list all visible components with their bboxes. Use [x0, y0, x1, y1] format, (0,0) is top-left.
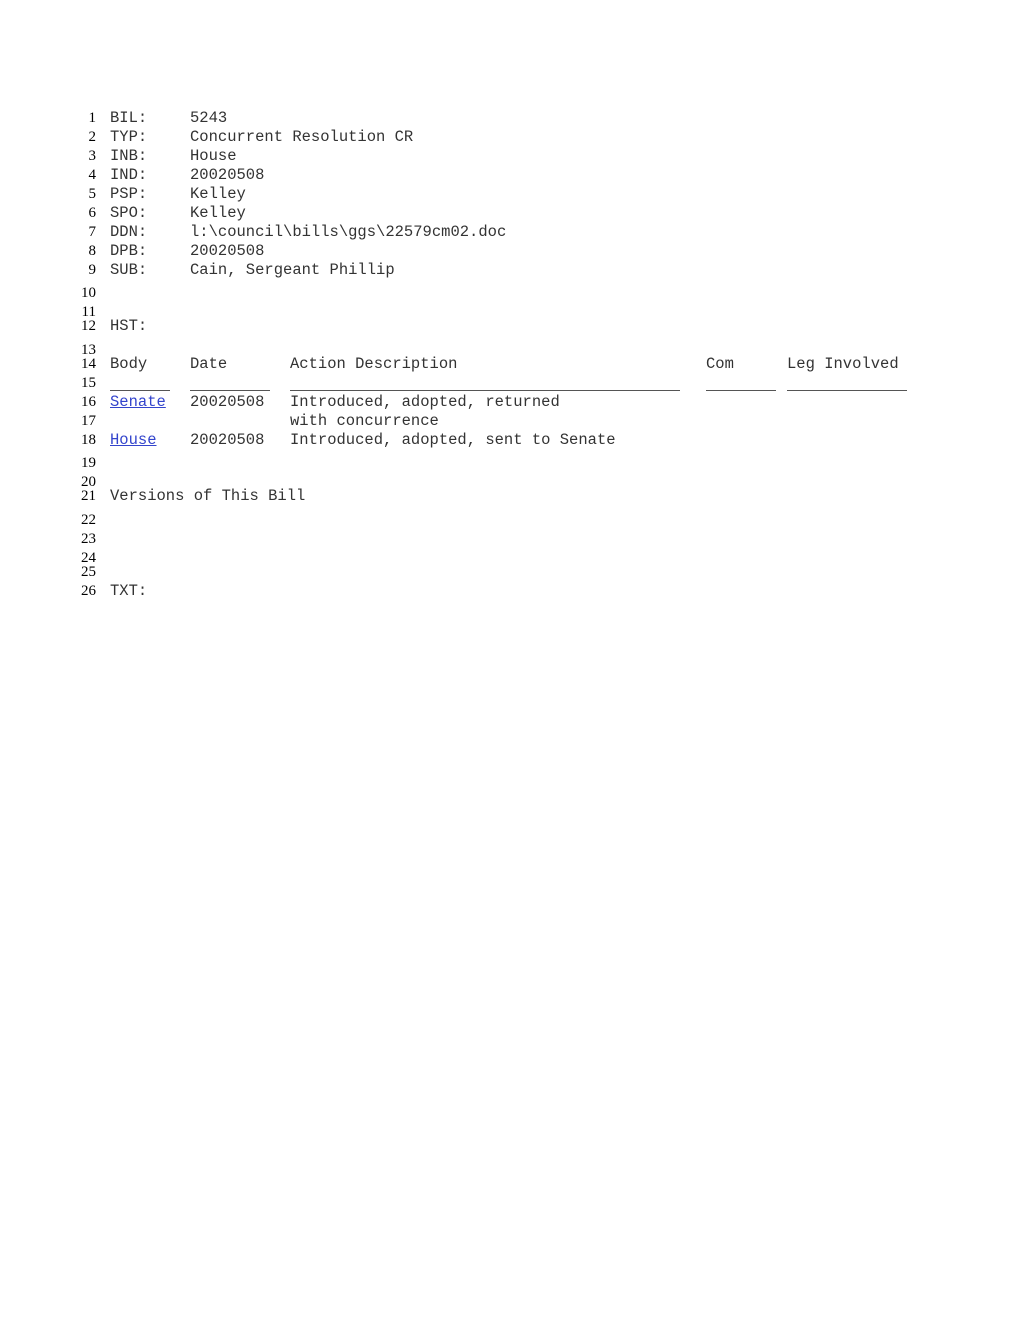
line-number: 22 — [81, 512, 96, 528]
line-number: 6 — [88, 205, 97, 221]
column-header-action: Action Description — [290, 355, 458, 373]
row-action: Introduced, adopted, returned — [290, 393, 560, 411]
column-divider — [190, 390, 270, 391]
field-key-sub: SUB: — [110, 261, 148, 279]
field-value-ddn: l:\council\bills\ggs\22579cm02.doc — [190, 223, 507, 241]
field-value-psp: Kelley — [190, 185, 246, 203]
row-action: Introduced, adopted, sent to Senate — [290, 431, 616, 449]
column-divider — [110, 390, 170, 391]
field-key-typ: TYP: — [110, 128, 148, 146]
column-divider — [290, 390, 680, 391]
text-label: TXT: — [110, 582, 148, 600]
column-divider — [787, 390, 907, 391]
line-number: 21 — [81, 488, 96, 504]
row-date: 20020508 — [190, 393, 265, 411]
row-date: 20020508 — [190, 431, 265, 449]
line-number: 3 — [88, 148, 97, 164]
line-number: 25 — [81, 564, 96, 580]
field-value-ind: 20020508 — [190, 166, 265, 184]
line-number: 9 — [88, 262, 97, 278]
line-number: 17 — [81, 413, 96, 429]
field-key-bil: BIL: — [110, 109, 148, 127]
field-value-spo: Kelley — [190, 204, 246, 222]
column-header-body: Body — [110, 355, 148, 373]
field-value-typ: Concurrent Resolution CR — [190, 128, 414, 146]
line-number: 26 — [81, 583, 96, 599]
row-action-continued: with concurrence — [290, 412, 439, 430]
line-number: 5 — [88, 186, 97, 202]
field-key-ddn: DDN: — [110, 223, 148, 241]
field-key-ind: IND: — [110, 166, 148, 184]
line-number: 12 — [81, 318, 96, 334]
line-number: 7 — [88, 224, 97, 240]
field-value-inb: House — [190, 147, 237, 165]
field-key-dpb: DPB: — [110, 242, 148, 260]
versions-heading: Versions of This Bill — [110, 487, 306, 505]
line-number: 14 — [81, 356, 96, 372]
field-value-sub: Cain, Sergeant Phillip — [190, 261, 395, 279]
column-header-leg-involved: Leg Involved — [787, 355, 899, 373]
line-number: 10 — [81, 285, 96, 301]
line-number: 16 — [81, 394, 96, 410]
line-number: 2 — [88, 129, 97, 145]
field-key-spo: SPO: — [110, 204, 148, 222]
column-divider — [706, 390, 776, 391]
line-number: 15 — [81, 375, 96, 391]
line-number: 8 — [88, 243, 97, 259]
line-number: 1 — [88, 110, 97, 126]
history-label: HST: — [110, 317, 148, 335]
column-header-com: Com — [706, 355, 734, 373]
line-number: 18 — [81, 432, 96, 448]
field-value-dpb: 20020508 — [190, 242, 265, 260]
field-key-psp: PSP: — [110, 185, 148, 203]
line-number: 4 — [88, 167, 97, 183]
field-key-inb: INB: — [110, 147, 148, 165]
body-link-senate[interactable]: Senate — [110, 394, 166, 410]
line-number: 19 — [81, 455, 96, 471]
field-value-bil: 5243 — [190, 109, 228, 127]
column-header-date: Date — [190, 355, 228, 373]
body-link-house[interactable]: House — [110, 432, 157, 448]
line-number: 23 — [81, 531, 96, 547]
